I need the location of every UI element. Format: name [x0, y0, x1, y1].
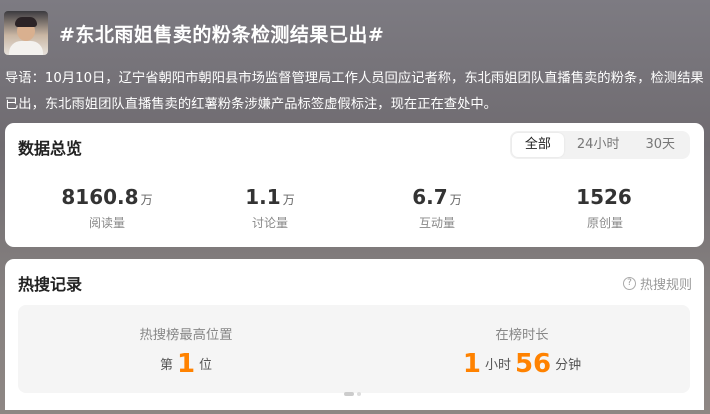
peak-rank-prefix: 第 — [159, 358, 173, 373]
tab-24h[interactable]: 24小时 — [564, 133, 633, 157]
topic-avatar[interactable] — [4, 11, 48, 55]
topic-header: #东北雨姐售卖的粉条检测结果已出# 导语：10月10日，辽宁省朝阳市朝阳县市场监… — [0, 0, 710, 120]
peak-rank: 热搜榜最高位置 第1位 — [18, 305, 354, 393]
time-on-list-minutes: 56 — [514, 349, 552, 379]
time-on-list-label: 在榜时长 — [495, 328, 549, 343]
stat-reads-label: 阅读量 — [88, 216, 125, 230]
overview-title: 数据总览 — [18, 139, 83, 158]
hot-search-rules-label: 热搜规则 — [639, 278, 692, 293]
pager-dots — [344, 392, 361, 396]
pager-dot-active[interactable] — [344, 392, 354, 396]
stat-discussions-label: 讨论量 — [251, 216, 288, 230]
question-circle-icon: ? — [622, 277, 636, 290]
stat-reads-value: 8160.8 — [61, 185, 139, 209]
pager-dot[interactable] — [357, 392, 361, 396]
stat-interactions-value: 6.7 — [412, 185, 448, 209]
stat-originals-label: 原创量 — [586, 216, 623, 230]
stat-discussions-unit: 万 — [282, 193, 295, 207]
stat-interactions-label: 互动量 — [418, 216, 455, 230]
peak-rank-suffix: 位 — [199, 358, 213, 373]
tab-30d[interactable]: 30天 — [632, 133, 688, 157]
tab-all[interactable]: 全部 — [511, 133, 564, 157]
stat-reads-unit: 万 — [140, 193, 153, 207]
topic-title: #东北雨姐售卖的粉条检测结果已出# — [59, 24, 385, 46]
data-overview-card: 数据总览 全部 24小时 30天 8160.8 万 阅读量 1.1 万 讨论量 6.… — [5, 123, 704, 247]
topic-intro: 导语：10月10日，辽宁省朝阳市朝阳县市场监督管理局工作人员回应记者称，东北雨姐… — [5, 71, 704, 112]
peak-rank-value: 1 — [176, 349, 196, 379]
stat-originals: 1526 原创量 — [525, 185, 685, 231]
overview-stats: 8160.8 万 阅读量 1.1 万 讨论量 6.7 万 互动量 1526 原创量 — [5, 185, 704, 235]
hot-search-title: 热搜记录 — [18, 275, 83, 294]
time-on-list-hours: 1 — [462, 349, 481, 379]
time-range-tabs: 全部 24小时 30天 — [509, 131, 690, 159]
hot-search-rules-link[interactable]: ? 热搜规则 — [622, 274, 692, 293]
time-on-list: 在榜时长 1 小时 56 分钟 — [354, 305, 690, 393]
stat-discussions-value: 1.1 — [245, 185, 281, 209]
stat-discussions: 1.1 万 讨论量 — [190, 185, 350, 231]
time-on-list-hours-unit: 小时 — [484, 358, 511, 373]
hot-search-summary: 热搜榜最高位置 第1位 在榜时长 1 小时 56 分钟 — [18, 305, 690, 393]
peak-rank-label: 热搜榜最高位置 — [139, 328, 233, 343]
stat-reads: 8160.8 万 阅读量 — [27, 185, 187, 231]
stat-interactions-unit: 万 — [449, 193, 462, 207]
time-on-list-minutes-unit: 分钟 — [555, 358, 582, 373]
hot-search-card: 热搜记录 ? 热搜规则 热搜榜最高位置 第1位 在榜时长 1 小时 56 分钟 — [5, 259, 704, 410]
stat-interactions: 6.7 万 互动量 — [357, 185, 517, 231]
stat-originals-value: 1526 — [576, 185, 632, 209]
